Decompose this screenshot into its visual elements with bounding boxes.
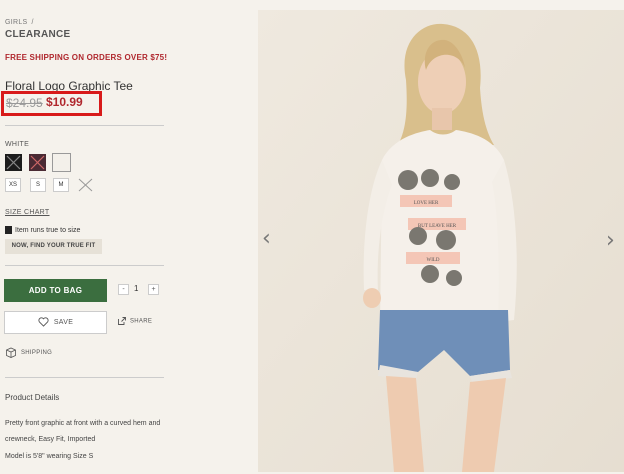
size-chart-link[interactable]: SIZE CHART [5, 209, 50, 216]
model-size-note: Model is 5'8" wearing Size S [5, 453, 94, 460]
selected-color-label: WHITE [5, 141, 30, 148]
fit-note-text: Item runs true to size [15, 226, 81, 234]
size-l-button[interactable] [77, 177, 94, 193]
share-icon [118, 317, 126, 325]
shirt-text-1: LOVE HER [414, 201, 439, 206]
breadcrumb-current[interactable]: CLEARANCE [5, 29, 70, 40]
shipping-label: SHIPPING [21, 350, 53, 357]
save-label: SAVE [53, 319, 74, 326]
sale-price: $10.99 [46, 95, 83, 109]
product-details-heading[interactable]: Product Details [5, 393, 59, 402]
size-xs-button[interactable]: XS [5, 178, 21, 192]
divider [5, 265, 164, 266]
breadcrumb: GIRLS / [5, 19, 34, 26]
add-to-bag-button[interactable]: ADD TO BAG [4, 279, 107, 302]
shirt-text-3: WILD [426, 258, 439, 263]
unavailable-cross-icon [78, 178, 93, 192]
quantity-value[interactable]: 1 [134, 284, 138, 293]
product-description: Pretty front graphic at front with a cur… [5, 420, 161, 443]
truefit-icon [5, 226, 12, 234]
true-fit-button[interactable]: NOW, FIND YOUR TRUE FIT [5, 239, 102, 254]
original-price: $24.95 [6, 96, 43, 110]
unavailable-cross-icon [6, 155, 21, 170]
size-s-button[interactable]: S [30, 178, 46, 192]
quantity-increase-button[interactable]: + [148, 284, 159, 295]
box-icon [6, 347, 16, 358]
divider [5, 125, 164, 126]
next-image-arrow[interactable]: › [606, 228, 615, 253]
product-info-panel: GIRLS / CLEARANCE FREE SHIPPING ON ORDERS… [0, 0, 256, 474]
size-m-button[interactable]: M [53, 178, 69, 192]
shirt-text-2: BUT LEAVE HER [418, 224, 457, 229]
breadcrumb-parent[interactable]: GIRLS [5, 19, 28, 26]
product-image[interactable]: LOVE HER BUT LEAVE HER WILD [258, 10, 624, 472]
previous-image-arrow[interactable]: ‹ [262, 226, 271, 251]
fit-note: Item runs true to size [5, 226, 80, 234]
model-photo: LOVE HER BUT LEAVE HER WILD [258, 10, 624, 472]
quantity-decrease-button[interactable]: - [118, 284, 129, 295]
shipping-link[interactable]: SHIPPING [5, 347, 52, 358]
breadcrumb-separator: / [31, 19, 34, 26]
free-shipping-banner: FREE SHIPPING ON ORDERS OVER $75! [5, 53, 168, 62]
color-swatch-black[interactable] [5, 154, 22, 171]
color-swatch-white[interactable] [52, 153, 71, 172]
color-swatch-burgundy[interactable] [29, 154, 46, 171]
share-label: SHARE [130, 318, 153, 325]
share-button[interactable]: SHARE [117, 316, 152, 326]
divider [5, 377, 164, 378]
save-button[interactable]: SAVE [4, 311, 107, 334]
unavailable-cross-icon [30, 155, 45, 170]
heart-icon [38, 317, 49, 327]
